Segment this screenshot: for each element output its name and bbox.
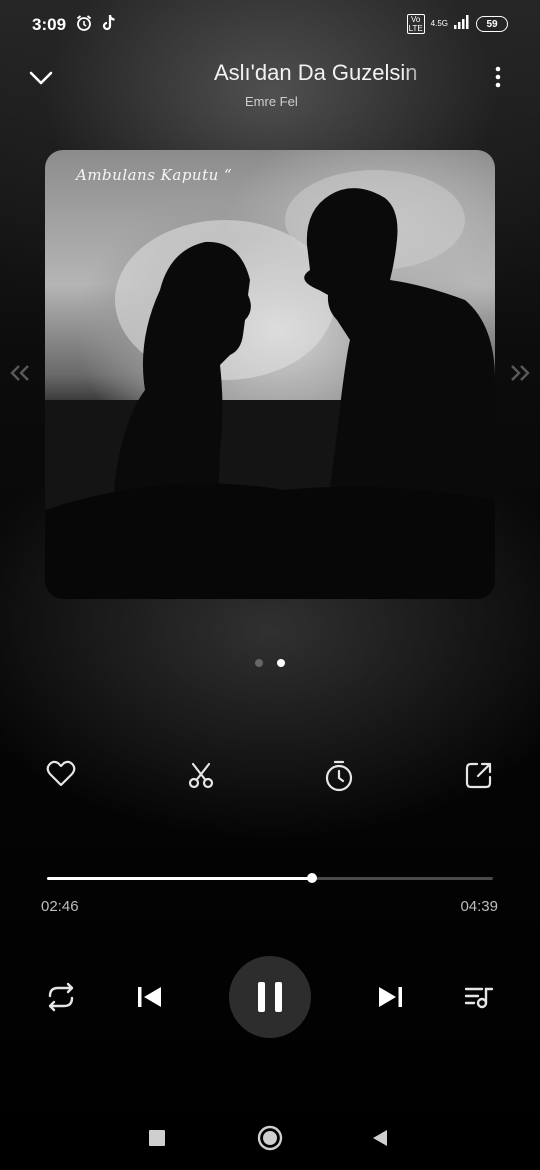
- page-indicator: [255, 659, 285, 667]
- double-chevron-right-icon: [511, 365, 530, 381]
- repeat-button[interactable]: [44, 980, 78, 1019]
- next-track-button[interactable]: [376, 980, 404, 1019]
- playlist-icon: [464, 987, 494, 1009]
- like-button[interactable]: [46, 760, 76, 793]
- total-time: 04:39: [460, 898, 498, 915]
- artwork-caption: Ambulans Kaputu “: [76, 166, 233, 184]
- volte-icon: Vo LTE: [406, 14, 425, 34]
- song-title: Aslı'dan Da Guzelsin: [214, 60, 418, 85]
- square-icon: [149, 1130, 165, 1146]
- back-triangle-icon: [373, 1130, 387, 1146]
- share-icon: [465, 762, 492, 789]
- trim-button[interactable]: [186, 760, 216, 795]
- pause-button[interactable]: [229, 956, 311, 1038]
- next-page-arrow[interactable]: [509, 362, 531, 389]
- artist-name[interactable]: Emre Fel: [245, 94, 298, 109]
- previous-track-button[interactable]: [136, 980, 164, 1019]
- timer-icon: [325, 760, 353, 792]
- collapse-button[interactable]: [26, 66, 56, 90]
- seek-bar[interactable]: [47, 873, 493, 883]
- chevron-down-icon: [29, 71, 53, 85]
- elapsed-time: 02:46: [41, 898, 79, 915]
- battery-indicator: 59: [476, 16, 508, 32]
- next-icon: [379, 987, 402, 1007]
- previous-page-arrow[interactable]: [9, 362, 31, 389]
- back-button[interactable]: [371, 1129, 389, 1152]
- pause-icon: [258, 982, 265, 1012]
- network-type: 4.5G: [430, 19, 448, 28]
- repeat-icon: [48, 982, 74, 1012]
- previous-icon: [138, 987, 161, 1007]
- seek-bar-fill: [47, 877, 313, 880]
- signal-icon: [454, 14, 470, 34]
- home-button[interactable]: [257, 1125, 283, 1156]
- page-dot[interactable]: [255, 659, 263, 667]
- recents-button[interactable]: [148, 1129, 166, 1152]
- queue-button[interactable]: [464, 980, 496, 1019]
- status-time: 3:09: [32, 15, 67, 34]
- status-bar: 3:09 Vo LTE 4.5G 59: [0, 0, 540, 48]
- album-artwork[interactable]: Ambulans Kaputu “: [45, 150, 495, 599]
- share-button[interactable]: [464, 760, 494, 795]
- tiktok-icon: [101, 14, 117, 37]
- more-options-button[interactable]: [488, 64, 508, 90]
- heart-icon: [46, 760, 76, 787]
- alarm-icon: [75, 14, 93, 37]
- silhouette-photo: [45, 170, 495, 599]
- sleep-timer-button[interactable]: [324, 760, 354, 797]
- double-chevron-left-icon: [10, 365, 29, 381]
- page-dot-active[interactable]: [277, 659, 285, 667]
- more-vertical-icon: [495, 66, 501, 88]
- home-circle-icon: [257, 1125, 283, 1151]
- scissors-icon: [188, 762, 214, 789]
